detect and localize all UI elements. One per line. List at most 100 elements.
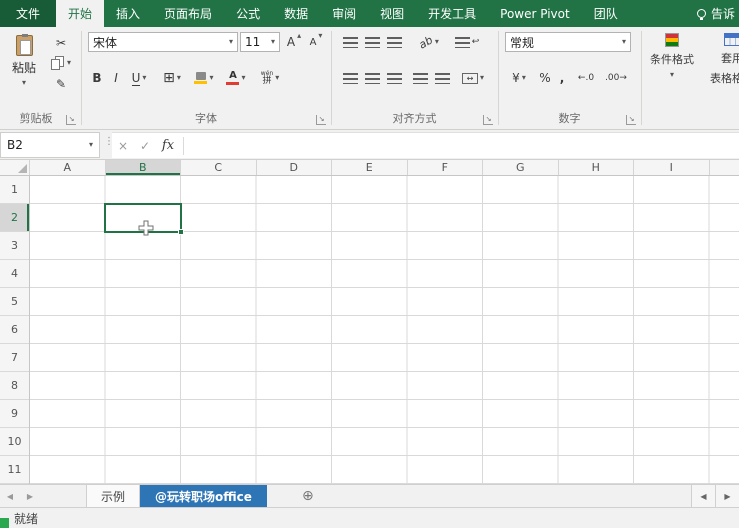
orientation-dropdown-icon[interactable]: ▾ bbox=[435, 38, 439, 46]
borders-button[interactable]: ⊞ ▾ bbox=[158, 68, 186, 88]
fill-color-button[interactable]: ▾ bbox=[190, 68, 218, 88]
enter-button[interactable]: ✓ bbox=[134, 139, 156, 153]
align-center-button[interactable] bbox=[362, 70, 382, 86]
wrap-text-button[interactable]: ↩ bbox=[452, 34, 482, 50]
italic-button[interactable]: I bbox=[108, 68, 124, 88]
new-sheet-button[interactable]: ⊕ bbox=[291, 485, 325, 507]
phonetic-dropdown-icon[interactable]: ▾ bbox=[275, 74, 279, 82]
align-middle-button[interactable] bbox=[362, 34, 382, 50]
scroll-left-icon[interactable]: ◀ bbox=[691, 485, 715, 507]
comma-style-button[interactable]: , bbox=[555, 68, 569, 88]
sheet-tab-shili[interactable]: 示例 bbox=[86, 485, 140, 507]
row-header-5[interactable]: 5 bbox=[0, 288, 29, 316]
merge-center-button[interactable]: ↔ ▾ bbox=[456, 68, 490, 88]
percent-style-button[interactable]: % bbox=[537, 68, 553, 88]
align-left-button[interactable] bbox=[340, 70, 360, 86]
alignment-dialog-launcher[interactable]: ↘ bbox=[483, 115, 493, 125]
tab-developer[interactable]: 开发工具 bbox=[416, 0, 488, 27]
accounting-dropdown-icon[interactable]: ▾ bbox=[522, 74, 526, 82]
tab-formulas[interactable]: 公式 bbox=[224, 0, 272, 27]
number-format-dropdown-icon[interactable]: ▾ bbox=[622, 38, 626, 46]
sheet-nav-right-icon[interactable]: ▶ bbox=[20, 485, 40, 507]
clipboard-dialog-launcher[interactable]: ↘ bbox=[66, 115, 76, 125]
accounting-format-button[interactable]: ¥ ▾ bbox=[505, 68, 533, 88]
row-header-1[interactable]: 1 bbox=[0, 176, 29, 204]
column-header-c[interactable]: C bbox=[181, 160, 257, 175]
conditional-formatting-button[interactable]: 条件格式 ▾ bbox=[646, 33, 698, 79]
column-header-g[interactable]: G bbox=[483, 160, 559, 175]
underline-dropdown-icon[interactable]: ▾ bbox=[142, 74, 146, 82]
phonetic-guide-button[interactable]: wén 拼 ▾ bbox=[254, 67, 286, 89]
tab-view[interactable]: 视图 bbox=[368, 0, 416, 27]
column-header-f[interactable]: F bbox=[408, 160, 484, 175]
tab-page-layout[interactable]: 页面布局 bbox=[152, 0, 224, 27]
tab-review[interactable]: 审阅 bbox=[320, 0, 368, 27]
font-name-dropdown-icon[interactable]: ▾ bbox=[229, 38, 233, 46]
cancel-button[interactable]: × bbox=[112, 139, 134, 153]
column-header-b[interactable]: B bbox=[106, 160, 182, 175]
worksheet-grid[interactable]: 1 2 3 4 5 6 7 8 9 10 11 bbox=[0, 176, 739, 484]
font-color-dropdown-icon[interactable]: ▾ bbox=[241, 74, 245, 82]
insert-function-button[interactable]: fx bbox=[156, 138, 180, 153]
number-dialog-launcher[interactable]: ↘ bbox=[626, 115, 636, 125]
tab-data[interactable]: 数据 bbox=[272, 0, 320, 27]
merge-dropdown-icon[interactable]: ▾ bbox=[480, 74, 484, 82]
align-right-button[interactable] bbox=[384, 70, 404, 86]
column-header-i[interactable]: I bbox=[634, 160, 710, 175]
row-header-3[interactable]: 3 bbox=[0, 232, 29, 260]
fill-handle[interactable] bbox=[178, 229, 184, 235]
row-header-4[interactable]: 4 bbox=[0, 260, 29, 288]
tell-me-box[interactable]: 告诉 bbox=[689, 0, 739, 27]
increase-font-size-button[interactable]: A ▴ bbox=[284, 32, 304, 52]
tab-power-pivot[interactable]: Power Pivot bbox=[488, 0, 582, 27]
font-color-button[interactable]: A ▾ bbox=[222, 68, 250, 88]
row-header-2[interactable]: 2 bbox=[0, 204, 29, 232]
paste-button[interactable]: 粘贴 ▾ bbox=[5, 31, 43, 103]
format-painter-button[interactable]: ✎ bbox=[48, 75, 74, 92]
tab-home[interactable]: 开始 bbox=[56, 0, 104, 27]
orientation-button[interactable]: ab ▾ bbox=[412, 32, 446, 52]
formula-input[interactable] bbox=[187, 133, 739, 158]
column-header-e[interactable]: E bbox=[332, 160, 408, 175]
increase-indent-button[interactable] bbox=[432, 70, 452, 86]
font-name-combobox[interactable]: 宋体 ▾ bbox=[88, 32, 238, 52]
row-header-9[interactable]: 9 bbox=[0, 400, 29, 428]
column-header-d[interactable]: D bbox=[257, 160, 333, 175]
copy-button[interactable]: ▾ bbox=[46, 54, 76, 71]
font-size-combobox[interactable]: 11 ▾ bbox=[240, 32, 280, 52]
align-bottom-button[interactable] bbox=[384, 34, 404, 50]
font-dialog-launcher[interactable]: ↘ bbox=[316, 115, 326, 125]
name-box-dropdown-icon[interactable]: ▾ bbox=[89, 141, 93, 149]
tab-file[interactable]: 文件 bbox=[0, 0, 56, 27]
column-header-partial[interactable] bbox=[710, 160, 739, 175]
copy-dropdown-icon[interactable]: ▾ bbox=[67, 59, 71, 67]
decrease-indent-button[interactable] bbox=[410, 70, 430, 86]
cut-button[interactable]: ✂ bbox=[48, 34, 74, 51]
tab-team[interactable]: 团队 bbox=[582, 0, 630, 27]
bold-button[interactable]: B bbox=[88, 68, 106, 88]
sheet-tab-wanzhuan-office[interactable]: @玩转职场office bbox=[140, 485, 267, 507]
select-all-corner[interactable] bbox=[0, 160, 30, 175]
decrease-font-size-button[interactable]: A ▾ bbox=[306, 32, 326, 52]
fill-color-dropdown-icon[interactable]: ▾ bbox=[209, 74, 213, 82]
font-size-dropdown-icon[interactable]: ▾ bbox=[271, 38, 275, 46]
align-top-button[interactable] bbox=[340, 34, 360, 50]
format-as-table-button[interactable]: 套用 表格格式 bbox=[702, 33, 739, 86]
column-header-a[interactable]: A bbox=[30, 160, 106, 175]
borders-dropdown-icon[interactable]: ▾ bbox=[177, 74, 181, 82]
row-header-10[interactable]: 10 bbox=[0, 428, 29, 456]
tab-insert[interactable]: 插入 bbox=[104, 0, 152, 27]
scroll-right-icon[interactable]: ▶ bbox=[715, 485, 739, 507]
row-header-6[interactable]: 6 bbox=[0, 316, 29, 344]
row-header-8[interactable]: 8 bbox=[0, 372, 29, 400]
number-format-combobox[interactable]: 常规 ▾ bbox=[505, 32, 631, 52]
underline-button[interactable]: U ▾ bbox=[126, 68, 152, 88]
name-box[interactable]: B2 ▾ bbox=[0, 132, 100, 158]
paste-dropdown-icon[interactable]: ▾ bbox=[22, 79, 26, 87]
row-header-11[interactable]: 11 bbox=[0, 456, 29, 484]
increase-decimal-button[interactable]: ←.0 bbox=[573, 68, 599, 88]
conditional-formatting-dropdown-icon[interactable]: ▾ bbox=[670, 71, 674, 79]
column-header-h[interactable]: H bbox=[559, 160, 635, 175]
sheet-nav-left-icon[interactable]: ◀ bbox=[0, 485, 20, 507]
decrease-decimal-button[interactable]: .00→ bbox=[601, 68, 631, 88]
